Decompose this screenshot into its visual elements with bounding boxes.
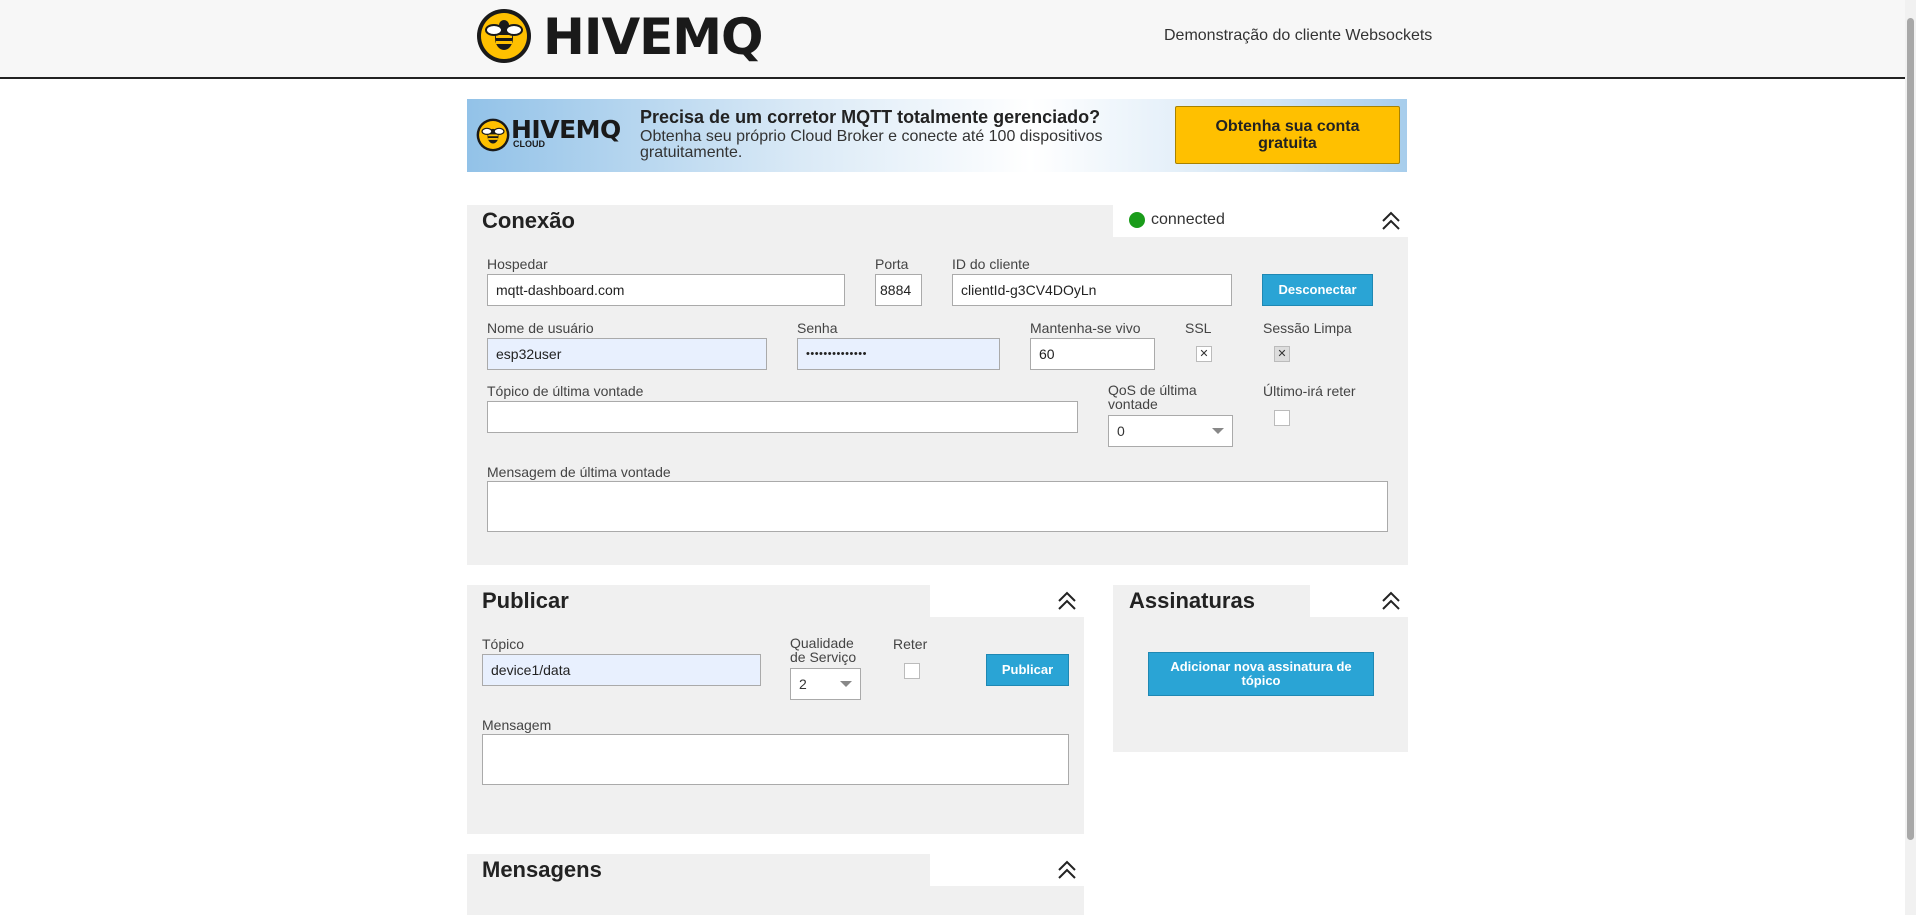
username-input[interactable]: esp32user xyxy=(487,338,767,370)
publish-qos-value: 2 xyxy=(799,676,807,692)
host-input[interactable]: mqtt-dashboard.com xyxy=(487,274,845,306)
header-title: Demonstração do cliente Websockets xyxy=(1164,27,1433,44)
publish-topic-input[interactable]: device1/data xyxy=(482,654,761,686)
client-id-input[interactable]: clientId-g3CV4DOyLn xyxy=(952,274,1232,306)
hivemq-logo-text[interactable]: HIVEMQ xyxy=(543,6,764,68)
keepalive-input[interactable]: 60 xyxy=(1030,338,1155,370)
publish-title: Publicar xyxy=(482,588,569,613)
connection-status-text: connected xyxy=(1151,211,1225,228)
port-input[interactable]: 8884 xyxy=(875,274,922,306)
lwt-qos-value: 0 xyxy=(1117,423,1125,439)
clean-session-checkbox[interactable]: ✕ xyxy=(1274,346,1290,362)
hivemq-cloud-bee-icon xyxy=(476,118,510,152)
host-label: Hospedar xyxy=(487,256,548,272)
collapse-publish-icon[interactable] xyxy=(1056,590,1078,612)
publish-retain-checkbox[interactable] xyxy=(904,663,920,679)
ssl-label: SSL xyxy=(1185,320,1212,336)
connection-title: Conexão xyxy=(482,208,575,233)
keepalive-label: Mantenha-se vivo xyxy=(1030,320,1141,336)
lwt-message-label: Mensagem de última vontade xyxy=(487,464,671,480)
add-subscription-button[interactable]: Adicionar nova assinatura de tópico xyxy=(1148,652,1374,696)
hivemq-bee-logo-icon xyxy=(477,9,531,63)
chevron-down-icon xyxy=(840,681,852,687)
client-id-label: ID do cliente xyxy=(952,256,1030,272)
ssl-checkbox[interactable]: ✕ xyxy=(1196,346,1212,362)
subscriptions-title: Assinaturas xyxy=(1129,588,1255,613)
banner-logo-subtext: CLOUD xyxy=(513,139,545,149)
lwt-topic-label: Tópico de última vontade xyxy=(487,383,644,399)
banner-text: Obtenha seu próprio Cloud Broker e conec… xyxy=(640,128,1103,161)
publish-retain-label: Reter xyxy=(893,636,928,652)
lwt-retain-checkbox[interactable] xyxy=(1274,410,1290,426)
lwt-topic-input[interactable] xyxy=(487,401,1078,433)
disconnect-button[interactable]: Desconectar xyxy=(1262,274,1373,306)
password-input[interactable]: •••••••••••••• xyxy=(797,338,1000,370)
publish-qos-label: Qualidade de Serviço xyxy=(790,635,857,665)
messages-title: Mensagens xyxy=(482,857,602,882)
publish-message-textarea[interactable] xyxy=(482,734,1069,785)
publish-qos-select[interactable]: 2 xyxy=(790,668,861,700)
publish-button[interactable]: Publicar xyxy=(986,654,1069,686)
collapse-messages-icon[interactable] xyxy=(1056,859,1078,881)
password-label: Senha xyxy=(797,320,838,336)
status-dot-icon xyxy=(1129,212,1145,228)
lwt-qos-select[interactable]: 0 xyxy=(1108,415,1233,447)
lwt-retain-label: Último-irá reter xyxy=(1263,383,1356,399)
chevron-down-icon xyxy=(1212,428,1224,434)
page-header xyxy=(0,0,1905,79)
free-account-button[interactable]: Obtenha sua conta gratuita xyxy=(1175,106,1400,164)
scrollbar-thumb[interactable] xyxy=(1907,18,1914,840)
publish-message-label: Mensagem xyxy=(482,717,552,733)
port-label: Porta xyxy=(875,256,909,272)
publish-panel xyxy=(467,585,1084,834)
lwt-message-textarea[interactable] xyxy=(487,481,1388,532)
collapse-subscriptions-icon[interactable] xyxy=(1380,590,1402,612)
collapse-connection-icon[interactable] xyxy=(1380,210,1402,232)
banner-heading: Precisa de um corretor MQTT totalmente g… xyxy=(640,107,1101,127)
clean-session-label: Sessão Limpa xyxy=(1263,320,1352,336)
username-label: Nome de usuário xyxy=(487,320,594,336)
publish-topic-label: Tópico xyxy=(482,636,525,652)
lwt-qos-label: QoS de última vontade xyxy=(1108,382,1197,412)
